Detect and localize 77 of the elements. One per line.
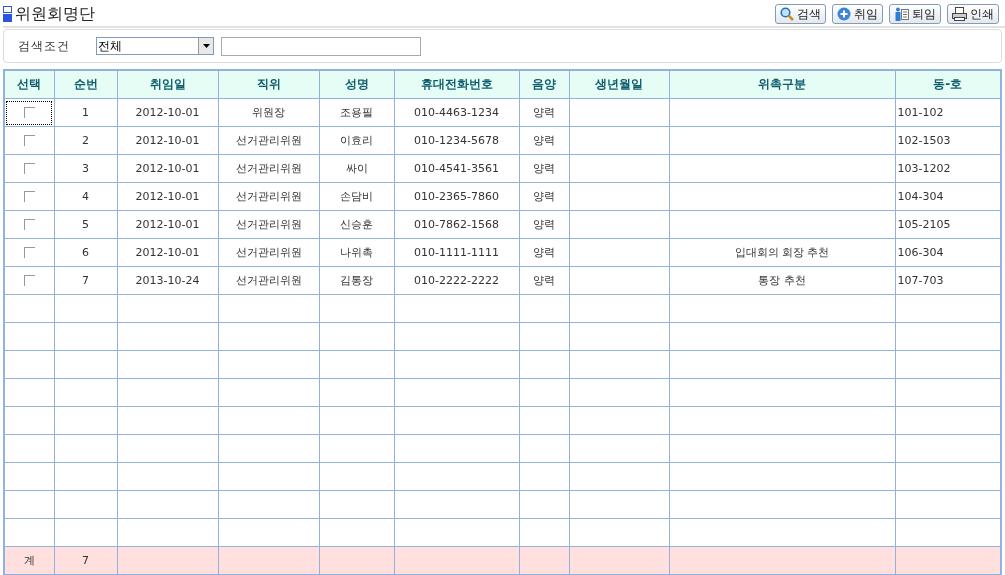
table-cell: 2	[82, 134, 89, 147]
table-cell: 010-7862-1568	[414, 218, 499, 231]
printer-icon	[952, 7, 967, 21]
table-cell: 1	[82, 106, 89, 119]
plus-icon	[837, 7, 851, 21]
table-cell: 양력	[533, 190, 555, 203]
magnifier-icon	[780, 7, 794, 21]
search-condition-label: 검색조건	[18, 37, 71, 55]
table-cell: 101-102	[897, 106, 944, 119]
table-cell: 107-703	[897, 274, 944, 287]
search-button[interactable]: 검색	[775, 4, 826, 24]
table-cell: 2012-10-01	[135, 134, 200, 147]
table-cell: 선거관리위원	[235, 134, 302, 147]
column-header: 휴대전화번호	[394, 70, 519, 99]
column-header: 직위	[218, 70, 319, 99]
table-cell: 6	[82, 246, 89, 259]
table-cell: 선거관리위원	[235, 190, 302, 203]
table-cell: 2012-10-01	[135, 246, 200, 259]
table-cell: 3	[82, 162, 89, 175]
column-header: 성명	[319, 70, 394, 99]
table-cell: 싸이	[345, 162, 368, 175]
column-header: 선택	[4, 70, 54, 99]
table-cell: 선거관리위원	[235, 218, 302, 231]
table-cell: 103-1202	[897, 162, 951, 175]
condition-dropdown[interactable]: 전체	[96, 37, 214, 55]
leave-button[interactable]: 퇴임	[889, 4, 941, 24]
table-cell: 010-1234-5678	[414, 134, 499, 147]
table-cell: 2012-10-01	[135, 190, 200, 203]
table-cell: 2012-10-01	[135, 162, 200, 175]
table-cell: 이효리	[340, 134, 373, 147]
page-title: 위원회명단	[15, 3, 95, 25]
table-cell: 양력	[533, 162, 555, 175]
table-cell: 통장 추천	[758, 274, 806, 287]
print-button[interactable]: 인쇄	[947, 4, 999, 24]
table-cell: 4	[82, 190, 89, 203]
table-cell: 양력	[533, 134, 555, 147]
table-cell: 입대회의 회장 추천	[734, 246, 830, 259]
table-cell: 104-304	[897, 190, 944, 203]
table-cell: 위원장	[252, 106, 285, 119]
table-cell: 양력	[533, 106, 555, 119]
table-cell: 102-1503	[897, 134, 951, 147]
table-cell: 선거관리위원	[235, 274, 302, 287]
table-cell: 105-2105	[897, 218, 951, 231]
table-cell: 106-304	[897, 246, 944, 259]
column-header: 동-호	[895, 70, 1001, 99]
total-count: 7	[82, 554, 89, 567]
add-button[interactable]: 취임	[832, 4, 883, 24]
table-cell: 나위촉	[340, 246, 373, 259]
person-document-icon	[894, 7, 909, 21]
table-cell: 010-2222-2222	[414, 274, 499, 287]
table-cell: 5	[82, 218, 89, 231]
row-select-checkbox[interactable]	[6, 100, 53, 125]
column-header: 취임일	[117, 70, 218, 99]
table-cell: 2012-10-01	[135, 106, 200, 119]
column-header: 음양	[519, 70, 569, 99]
table-cell: 010-4541-3561	[414, 162, 499, 175]
table-cell: 손담비	[340, 190, 373, 203]
table-cell: 010-2365-7860	[414, 190, 499, 203]
table-cell: 2013-10-24	[135, 274, 200, 287]
table-cell: 양력	[533, 246, 555, 259]
table-cell: 선거관리위원	[235, 162, 302, 175]
page-title-icon	[3, 6, 12, 22]
column-header: 순번	[54, 70, 117, 99]
column-header: 위촉구분	[669, 70, 895, 99]
table-cell: 선거관리위원	[235, 246, 302, 259]
table-cell: 양력	[533, 274, 555, 287]
table-cell: 양력	[533, 218, 555, 231]
table-cell: 7	[82, 274, 89, 287]
table-cell: 신승훈	[340, 218, 373, 231]
table-cell: 010-4463-1234	[414, 106, 499, 119]
table-cell: 조용필	[340, 106, 373, 119]
column-header: 생년월일	[569, 70, 669, 99]
table-cell: 김통장	[340, 274, 373, 287]
total-label: 계	[23, 554, 35, 567]
search-field[interactable]	[221, 36, 421, 56]
table-cell: 010-1111-1111	[414, 246, 499, 259]
table-cell: 2012-10-01	[135, 218, 200, 231]
